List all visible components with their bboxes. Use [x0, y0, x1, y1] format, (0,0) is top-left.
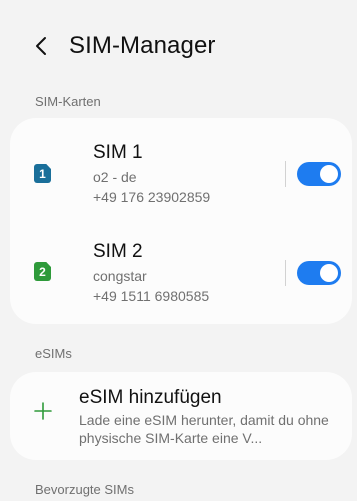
sim-1-badge-icon: 1 — [34, 164, 51, 183]
section-label-preferred-sims: Bevorzugte SIMs — [35, 482, 134, 497]
app-header: SIM-Manager — [0, 26, 357, 66]
add-esim-title: eSIM hinzufügen — [79, 387, 222, 408]
add-esim-description: Lade eine eSIM herunter, damit du ohne p… — [79, 412, 329, 446]
page-title: SIM-Manager — [69, 32, 216, 59]
divider — [285, 161, 286, 187]
sim-cards-card: 1 SIM 1 o2 - de +49 176 23902859 2 SIM 2… — [10, 118, 352, 324]
add-esim-card[interactable]: eSIM hinzufügen Lade eine eSIM herunter,… — [10, 372, 352, 460]
sim-2-name: SIM 2 — [93, 241, 143, 262]
sim-1-toggle[interactable] — [297, 162, 341, 186]
toggle-knob — [320, 165, 338, 183]
section-label-sim-cards: SIM-Karten — [35, 94, 101, 109]
sim-2-badge-icon: 2 — [34, 262, 51, 281]
sim-2-number: +49 1511 6980585 — [93, 288, 210, 304]
back-button[interactable] — [26, 30, 56, 62]
sim-1-number: +49 176 23902859 — [93, 189, 211, 205]
sim-row-2[interactable]: 2 SIM 2 congstar +49 1511 6980585 — [10, 221, 352, 321]
plus-icon — [34, 402, 52, 420]
sim-row-1[interactable]: 1 SIM 1 o2 - de +49 176 23902859 — [10, 121, 352, 221]
chevron-left-icon — [36, 37, 46, 55]
sim-1-name: SIM 1 — [93, 142, 143, 163]
divider — [285, 260, 286, 286]
sim-1-carrier: o2 - de — [93, 169, 137, 185]
toggle-knob — [320, 264, 338, 282]
sim-2-carrier: congstar — [93, 268, 147, 284]
section-label-esims: eSIMs — [35, 346, 72, 361]
sim-2-toggle[interactable] — [297, 261, 341, 285]
